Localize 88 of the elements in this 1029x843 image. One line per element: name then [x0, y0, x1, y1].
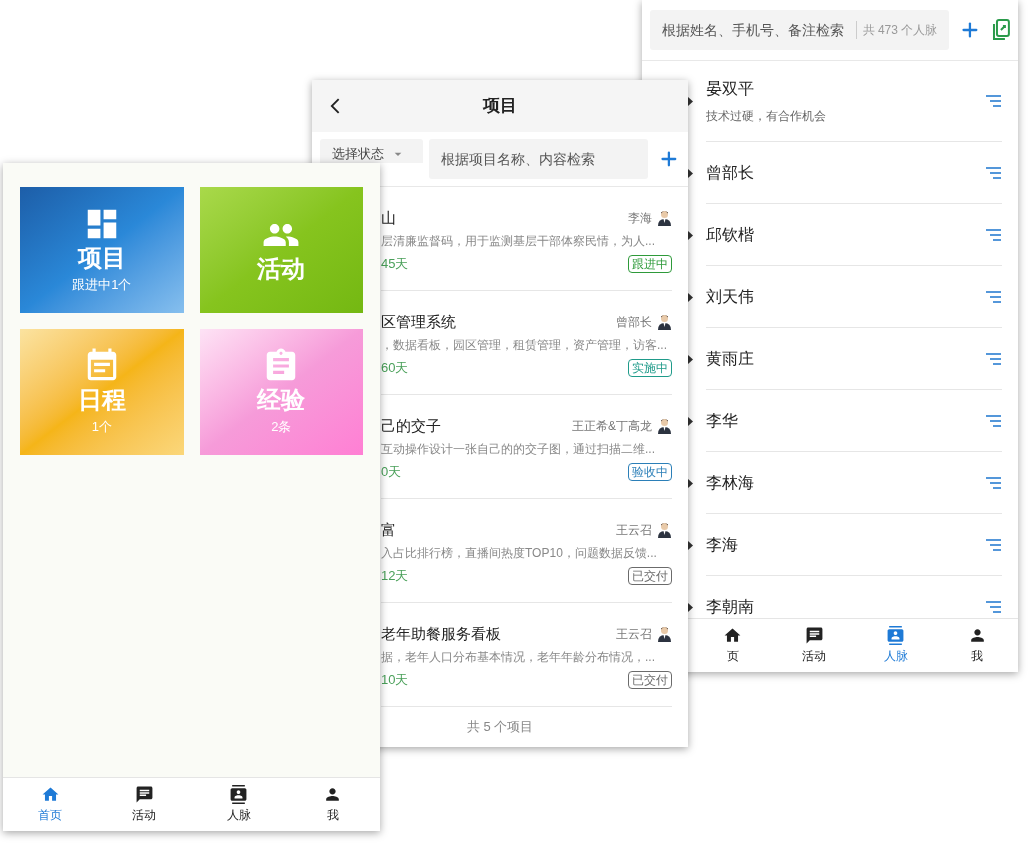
project-row[interactable]: 区管理系统 曾部长 ，数据看板，园区管理，租赁管理，资产管理，访客... 60天 实施中: [381, 291, 672, 395]
project-title: 老年助餐服务看板: [381, 623, 501, 644]
home-icon: [723, 626, 743, 645]
status-dropdown[interactable]: 选择状态: [320, 139, 424, 163]
contact-name: 李华: [706, 410, 738, 431]
project-row[interactable]: 己的交子 王正希&丁高龙 互动操作设计一张自己的的交子图，通过扫描二维... 0天 验收中: [381, 395, 672, 499]
chat-icon: [134, 785, 154, 804]
project-description: 入占比排行榜，直播间热度TOP10，问题数据反馈...: [381, 545, 658, 562]
project-duration: 0天: [381, 463, 402, 481]
tab-item[interactable]: 活动: [97, 778, 192, 831]
contact-card-icon: [886, 626, 906, 645]
menu-lines-icon[interactable]: [985, 600, 1002, 613]
contact-name: 黄雨庄: [706, 348, 754, 369]
menu-lines-icon[interactable]: [985, 228, 1002, 241]
search-field[interactable]: 根据项目名称、内容检索: [441, 148, 637, 170]
menu-lines-icon[interactable]: [985, 95, 1002, 107]
project-description: ，数据看板，园区管理，租赁管理，资产管理，访客...: [381, 337, 668, 354]
project-count: 共 5 个项目: [466, 718, 534, 737]
tab-item[interactable]: 我: [285, 778, 380, 831]
contact-count: 共 473 个人脉: [855, 21, 938, 39]
status-tag: 跟进中: [628, 254, 672, 273]
project-description: 层清廉监督码，用于监测基层干部体察民情，为人...: [381, 233, 656, 250]
contact-name: 曾部长: [706, 162, 754, 183]
status-tag: 已交付: [628, 670, 672, 689]
menu-lines-icon[interactable]: [985, 414, 1002, 427]
avatar-icon: [657, 210, 672, 226]
contact-row[interactable]: 李华: [688, 390, 1018, 452]
search-bar[interactable]: 根据项目名称、内容检索: [429, 139, 649, 179]
project-duration: 12天: [381, 567, 409, 585]
project-description: 据，老年人口分布基本情况，老年年龄分布情况，...: [381, 649, 656, 666]
contact-row[interactable]: 刘天伟: [688, 266, 1018, 328]
contact-name: 晏双平: [706, 79, 755, 99]
contact-note: 技术过硬，有合作机会: [706, 108, 826, 125]
contact-row[interactable]: 李海: [688, 514, 1018, 576]
project-row[interactable]: 山 李海 层清廉监督码，用于监测基层干部体察民情，为人... 45天 跟进中: [381, 187, 672, 291]
avatar-icon: [657, 314, 672, 330]
home-icon: [40, 785, 60, 804]
tab-item[interactable]: 人脉: [191, 778, 286, 831]
owner-name: 王正希&丁高龙: [572, 418, 652, 435]
menu-lines-icon[interactable]: [985, 538, 1002, 551]
tab-item[interactable]: 我: [936, 619, 1018, 672]
tile-subtitle: 跟进中1个: [72, 276, 132, 295]
owner-name: 李海: [628, 210, 652, 227]
owner-name: 王云召: [616, 522, 652, 539]
contact-name: 李海: [706, 534, 738, 555]
menu-tile[interactable]: 项目 跟进中1个: [20, 187, 184, 313]
status-tag: 实施中: [628, 358, 672, 377]
tab-item[interactable]: 活动: [773, 619, 855, 672]
project-duration: 45天: [381, 255, 409, 273]
avatar-icon: [657, 626, 672, 642]
status-tag: 验收中: [628, 462, 672, 481]
tile-subtitle: 2条: [271, 418, 292, 437]
tab-item[interactable]: 首页: [3, 778, 98, 831]
contact-name: 李林海: [706, 472, 754, 493]
owner-name: 王云召: [616, 626, 652, 643]
contact-row[interactable]: 晏双平 技术过硬，有合作机会: [688, 61, 1018, 142]
project-description: 互动操作设计一张自己的的交子图，通过扫描二维...: [381, 441, 656, 458]
project-title: 区管理系统: [381, 311, 456, 332]
contact-row[interactable]: 黄雨庄: [688, 328, 1018, 390]
owner-name: 曾部长: [616, 314, 652, 331]
contact-card-icon: [229, 785, 249, 804]
project-duration: 60天: [381, 359, 409, 377]
project-row[interactable]: 富 王云召 入占比排行榜，直播间热度TOP10，问题数据反馈... 12天 已交付: [381, 499, 672, 603]
project-row[interactable]: 老年助餐服务看板 王云召 据，老年人口分布基本情况，老年年龄分布情况，... 10天 已交付: [381, 603, 672, 707]
contact-name: 刘天伟: [706, 286, 754, 307]
status-tag: 已交付: [628, 566, 672, 585]
menu-lines-icon[interactable]: [985, 476, 1002, 489]
contact-row[interactable]: 曾部长: [688, 142, 1018, 204]
project-title: 山: [381, 207, 396, 228]
menu-lines-icon[interactable]: [985, 290, 1002, 303]
project-duration: 10天: [381, 671, 409, 689]
screen-title: 项目: [483, 95, 517, 118]
search-field[interactable]: 根据姓名、手机号、备注检索: [662, 19, 856, 41]
avatar-icon: [657, 418, 672, 434]
menu-lines-icon[interactable]: [985, 166, 1002, 179]
contact-name: 邱钦楷: [706, 224, 754, 245]
avatar-icon: [657, 522, 672, 538]
contact-row[interactable]: 邱钦楷: [688, 204, 1018, 266]
contact-row[interactable]: 李林海: [688, 452, 1018, 514]
tab-item[interactable]: 页: [692, 619, 774, 672]
tab-item[interactable]: 人脉: [855, 619, 937, 672]
project-title: 富: [381, 519, 396, 540]
contact-name: 李朝南: [706, 596, 754, 617]
chat-icon: [804, 626, 824, 645]
project-title: 己的交子: [381, 415, 441, 436]
copy-document-icon[interactable]: [991, 19, 1010, 41]
tile-subtitle: 1个: [91, 418, 112, 437]
menu-lines-icon[interactable]: [985, 352, 1002, 365]
